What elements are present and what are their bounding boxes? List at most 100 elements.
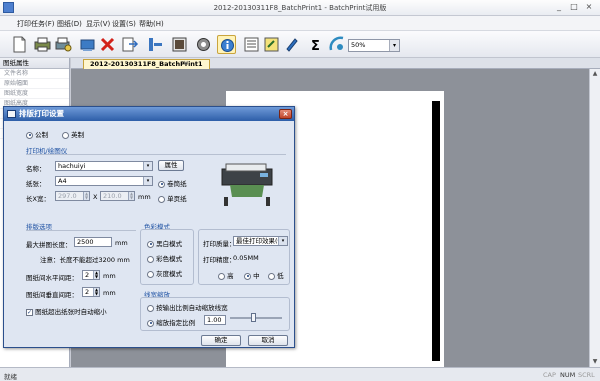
quality-low[interactable]: 低 bbox=[268, 270, 284, 280]
properties-button[interactable]: 属性 bbox=[158, 160, 184, 171]
radio-icon bbox=[147, 319, 154, 327]
menu-settings[interactable]: 设置(S) bbox=[112, 19, 136, 29]
roll-paper-radio[interactable]: 卷筒纸 bbox=[158, 178, 187, 188]
paper-height-value: 210.0 bbox=[103, 192, 122, 200]
svg-text:Σ: Σ bbox=[311, 39, 320, 54]
dialog-app-icon bbox=[7, 110, 16, 118]
radio-icon bbox=[158, 180, 165, 188]
layout-print-dialog: 排版打印设置 × 公制 英制 打印机/绘图仪 名称： hachuiyi ▾ 属性 … bbox=[3, 106, 295, 348]
spin-icon: ▲ ▼ bbox=[83, 191, 89, 200]
import-icon[interactable] bbox=[120, 35, 139, 54]
print-icon[interactable] bbox=[33, 35, 52, 54]
tab-close-icon[interactable]: × bbox=[183, 59, 189, 67]
sigma-icon[interactable]: Σ bbox=[306, 35, 325, 54]
max-length-field[interactable]: 2500 bbox=[74, 237, 112, 247]
metric-radio[interactable]: 公制 bbox=[26, 129, 48, 139]
paper-height-field[interactable]: 210.0 ▲ ▼ bbox=[100, 191, 135, 201]
scale-auto-radio[interactable]: 按输出比例自动缩放线宽 bbox=[147, 302, 228, 312]
quality-low-label: 低 bbox=[277, 272, 284, 280]
menu-drawing[interactable]: 图纸(D) bbox=[57, 19, 82, 29]
radio-icon bbox=[62, 131, 69, 139]
delete-icon[interactable] bbox=[98, 35, 117, 54]
auto-shrink-checkbox[interactable]: ✓ 图纸超出纸张时自动缩小 bbox=[26, 306, 107, 316]
scroll-up-icon[interactable]: ▲ bbox=[590, 69, 600, 79]
image-icon[interactable] bbox=[170, 35, 189, 54]
new-icon[interactable] bbox=[10, 35, 29, 54]
property-row[interactable]: 文件名称 bbox=[0, 69, 69, 79]
scale-custom-value: 1.00 bbox=[207, 316, 222, 324]
max-length-label: 最大拼图长度： bbox=[26, 241, 72, 249]
h-gap-field[interactable]: 2 ▲ ▼ bbox=[82, 270, 100, 280]
pen-icon[interactable] bbox=[282, 35, 301, 54]
print-setup-icon[interactable] bbox=[54, 35, 73, 54]
chevron-down-icon: ▾ bbox=[143, 177, 152, 185]
radio-icon bbox=[147, 255, 154, 263]
ok-button[interactable]: 确定 bbox=[201, 335, 241, 346]
paper-label: 纸张： bbox=[26, 180, 46, 188]
toolbar: Σ 50% ▾ bbox=[0, 31, 600, 58]
scale-slider-handle[interactable] bbox=[251, 313, 256, 322]
property-row[interactable]: 原始幅面 bbox=[0, 79, 69, 89]
dialog-title: 排版打印设置 bbox=[19, 109, 64, 118]
color-mode-gray-label: 灰度模式 bbox=[156, 270, 183, 278]
settings-icon[interactable] bbox=[194, 35, 213, 54]
radio-icon bbox=[218, 272, 225, 280]
color-mode-color[interactable]: 彩色模式 bbox=[147, 253, 182, 263]
v-gap-unit: mm bbox=[103, 289, 116, 297]
dialog-close-button[interactable]: × bbox=[279, 109, 292, 119]
spin-icon[interactable]: ▲ ▼ bbox=[93, 271, 99, 279]
color-mode-gray[interactable]: 灰度模式 bbox=[147, 268, 182, 278]
cancel-button[interactable]: 取消 bbox=[248, 335, 288, 346]
info-icon[interactable] bbox=[217, 35, 236, 54]
list-icon[interactable] bbox=[242, 35, 261, 54]
paper-drawing-edge bbox=[432, 101, 440, 361]
scale-custom-radio[interactable]: 缩放指定比例 bbox=[147, 317, 195, 327]
radio-icon bbox=[147, 270, 154, 278]
paper-select[interactable]: A4 ▾ bbox=[55, 176, 153, 186]
minimize-button[interactable]: _ bbox=[552, 2, 566, 13]
property-row[interactable]: 图纸宽度 bbox=[0, 89, 69, 99]
document-tab-strip: 2012-20130311F8_BatchPrint1 × bbox=[71, 58, 600, 69]
v-gap-field[interactable]: 2 ▲ ▼ bbox=[82, 287, 100, 297]
open-icon[interactable] bbox=[78, 35, 97, 54]
imperial-radio[interactable]: 英制 bbox=[62, 129, 84, 139]
spin-icon[interactable]: ▲ ▼ bbox=[93, 288, 99, 296]
dialog-body: 公制 英制 打印机/绘图仪 名称： hachuiyi ▾ 属性 纸张： A4 ▾ 卷… bbox=[4, 121, 294, 347]
chevron-down-icon: ▾ bbox=[389, 40, 399, 51]
radio-icon bbox=[158, 195, 165, 203]
radio-icon bbox=[268, 272, 275, 280]
zoom-icon[interactable] bbox=[328, 35, 347, 54]
quality-medium-label: 中 bbox=[253, 272, 260, 280]
zoom-select[interactable]: 50% ▾ bbox=[348, 39, 400, 52]
quality-select[interactable]: 最佳打印效果(慢) ▾ bbox=[233, 236, 288, 246]
checkbox-icon: ✓ bbox=[26, 308, 33, 316]
color-mode-bw[interactable]: 黑白模式 bbox=[147, 238, 182, 248]
size-unit-label: mm bbox=[138, 193, 151, 201]
document-tab[interactable]: 2012-20130311F8_BatchPrint1 bbox=[83, 59, 210, 69]
highlight-icon[interactable] bbox=[262, 35, 281, 54]
property-panel-header: 图纸属性 bbox=[0, 58, 69, 69]
h-gap-unit: mm bbox=[103, 272, 116, 280]
export-icon[interactable] bbox=[146, 35, 165, 54]
auto-shrink-label: 图纸超出纸张时自动缩小 bbox=[35, 308, 107, 316]
sheet-paper-radio[interactable]: 单页纸 bbox=[158, 193, 187, 203]
scale-slider-track[interactable] bbox=[230, 317, 282, 319]
close-button[interactable]: × bbox=[582, 2, 596, 13]
menu-help[interactable]: 帮助(H) bbox=[139, 19, 164, 29]
paper-width-field[interactable]: 297.0 ▲ ▼ bbox=[55, 191, 90, 201]
quality-medium[interactable]: 中 bbox=[244, 270, 260, 280]
maximize-button[interactable]: □ bbox=[567, 2, 581, 13]
h-gap-value: 2 bbox=[85, 271, 90, 279]
chevron-down-icon: ▾ bbox=[278, 237, 287, 245]
h-gap-label: 图纸间水平间距： bbox=[26, 274, 78, 282]
scale-custom-field[interactable]: 1.00 bbox=[204, 315, 226, 325]
vertical-scrollbar[interactable]: ▲ ▼ bbox=[589, 69, 600, 367]
radio-icon bbox=[147, 304, 154, 312]
status-text: 就绪 bbox=[4, 373, 17, 381]
quality-high[interactable]: 高 bbox=[218, 270, 234, 280]
menu-view[interactable]: 显示(V) bbox=[86, 19, 110, 29]
menu-print-task[interactable]: 打印任务(F) bbox=[17, 19, 55, 29]
roll-paper-label: 卷筒纸 bbox=[167, 180, 187, 188]
printer-name-select[interactable]: hachuiyi ▾ bbox=[55, 161, 153, 171]
scroll-down-icon[interactable]: ▼ bbox=[590, 357, 600, 367]
